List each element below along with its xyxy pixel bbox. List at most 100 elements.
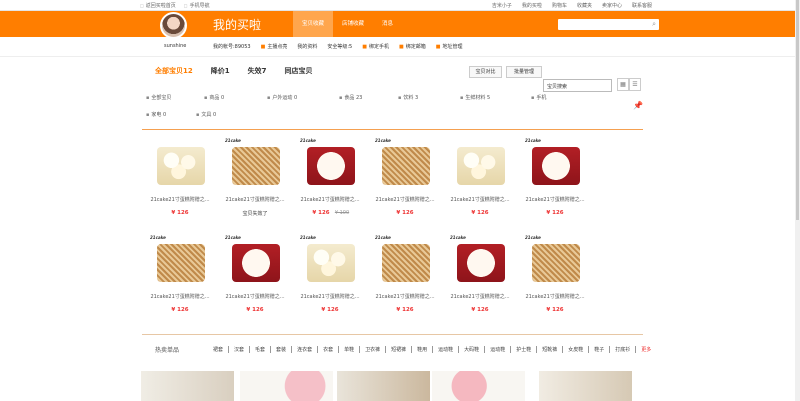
category-item[interactable]: 饮料 3: [398, 94, 418, 101]
product-name[interactable]: 21cake21寸蛋糕附赠之...: [372, 293, 438, 300]
product-image[interactable]: [150, 137, 210, 191]
avatar[interactable]: [160, 12, 187, 39]
product-image[interactable]: 21cake: [225, 137, 285, 191]
grid-view-icon[interactable]: ▦: [617, 78, 629, 91]
service-link[interactable]: 联系客服: [632, 2, 652, 9]
product-card[interactable]: 21cake 21cake21寸蛋糕附赠之... 宝贝失效了: [222, 134, 288, 222]
batch-button[interactable]: 批量管理: [506, 66, 542, 78]
mobile-link[interactable]: 手机导航: [184, 2, 210, 9]
product-name[interactable]: 21cake21寸蛋糕附赠之...: [447, 293, 513, 300]
product-name[interactable]: 21cake21寸蛋糕附赠之...: [447, 196, 513, 203]
product-card[interactable]: 21cake 21cake21寸蛋糕附赠之... ¥ 126: [297, 231, 363, 319]
hot-tag[interactable]: 毛套: [250, 346, 272, 353]
hot-tag[interactable]: 裙套: [208, 346, 230, 353]
search-icon[interactable]: ⌕: [652, 20, 656, 29]
product-image[interactable]: 21cake: [525, 234, 585, 288]
hot-tag[interactable]: 汉套: [229, 346, 251, 353]
category-item[interactable]: 家电 0: [146, 111, 166, 118]
hot-tag[interactable]: 鞋用: [412, 346, 434, 353]
compare-button[interactable]: 宝贝对比: [469, 66, 502, 78]
header-search[interactable]: ⌕: [558, 19, 659, 30]
address-link[interactable]: 地址管理: [436, 43, 462, 50]
hot-tag[interactable]: 更多: [636, 346, 656, 353]
seller-link[interactable]: 卖家中心: [602, 2, 622, 9]
product-card[interactable]: 21cake 21cake21寸蛋糕附赠之... ¥ 126: [372, 231, 438, 319]
product-card[interactable]: 21cake 21cake21寸蛋糕附赠之... ¥ 126 ¥ 100: [297, 134, 363, 222]
product-card[interactable]: 21cake 21cake21寸蛋糕附赠之... ¥ 126: [372, 134, 438, 222]
category-item[interactable]: 商品 0: [204, 94, 224, 101]
security-link[interactable]: 安全等级:5: [327, 43, 352, 50]
profile-link[interactable]: 我的资料: [297, 43, 317, 50]
cart-link[interactable]: 购物车: [552, 2, 567, 9]
hot-tag[interactable]: 护士鞋: [511, 346, 538, 353]
category-item[interactable]: 户外运动 0: [267, 94, 297, 101]
hot-tag[interactable]: 短裙裤: [386, 346, 413, 353]
hot-tag[interactable]: 鞋子: [589, 346, 611, 353]
category-item[interactable]: 食品 23: [339, 94, 362, 101]
user-link[interactable]: 吉米小子: [492, 2, 512, 9]
scrollbar[interactable]: [795, 0, 800, 401]
scrollbar-thumb[interactable]: [796, 0, 799, 220]
hot-tag[interactable]: 连衣套: [292, 346, 319, 353]
category-item[interactable]: 全部宝贝: [146, 94, 171, 101]
tab-same-shop[interactable]: 同店宝贝: [285, 66, 313, 76]
product-name[interactable]: 21cake21寸蛋糕附赠之...: [522, 196, 588, 203]
email-link[interactable]: 绑定邮箱: [399, 43, 426, 50]
product-image[interactable]: 21cake: [525, 137, 585, 191]
hot-tag[interactable]: 卫衣裤: [360, 346, 387, 353]
tab-item-favorites[interactable]: 宝贝收藏: [293, 11, 334, 37]
product-card[interactable]: 21cake 21cake21寸蛋糕附赠之... ¥ 126: [522, 134, 588, 222]
product-card[interactable]: 21cake 21cake21寸蛋糕附赠之... ¥ 126: [222, 231, 288, 319]
product-image[interactable]: 21cake: [450, 234, 510, 288]
my-link[interactable]: 我的买啦: [522, 2, 542, 9]
hot-tag[interactable]: 运动鞋: [433, 346, 460, 353]
hot-tag[interactable]: 大码鞋: [459, 346, 486, 353]
hot-tag[interactable]: 打底衫: [610, 346, 637, 353]
recommend-image[interactable]: [337, 371, 430, 401]
product-image[interactable]: 21cake: [375, 137, 435, 191]
product-name[interactable]: 21cake21寸蛋糕附赠之...: [522, 293, 588, 300]
product-image[interactable]: [450, 137, 510, 191]
tab-shop-favorites[interactable]: 店铺收藏: [333, 11, 373, 37]
tab-price-drop[interactable]: 降价1: [211, 66, 230, 76]
product-image[interactable]: 21cake: [150, 234, 210, 288]
category-item[interactable]: 手机: [531, 94, 546, 101]
hot-tag[interactable]: 衣套: [318, 346, 340, 353]
category-item[interactable]: 文具 0: [196, 111, 216, 118]
product-card[interactable]: 21cake 21cake21寸蛋糕附赠之... ¥ 126: [522, 231, 588, 319]
product-card[interactable]: 21cake 21cake21寸蛋糕附赠之... ¥ 126: [447, 231, 513, 319]
product-image[interactable]: 21cake: [375, 234, 435, 288]
product-name[interactable]: 21cake21寸蛋糕附赠之...: [222, 293, 288, 300]
phone-link[interactable]: 绑定手机: [362, 43, 389, 50]
recommend-image[interactable]: [539, 371, 632, 401]
product-name[interactable]: 21cake21寸蛋糕附赠之...: [222, 196, 288, 203]
product-image[interactable]: 21cake: [300, 137, 360, 191]
product-card[interactable]: 21cake21寸蛋糕附赠之... ¥ 126: [447, 134, 513, 222]
tab-expired[interactable]: 失效7: [248, 66, 267, 76]
hot-tag[interactable]: 套装: [271, 346, 293, 353]
product-card[interactable]: 21cake21寸蛋糕附赠之... ¥ 126: [147, 134, 213, 222]
anchor-link[interactable]: 主播点亮: [261, 43, 287, 50]
product-image[interactable]: 21cake: [225, 234, 285, 288]
recommend-image[interactable]: [240, 371, 333, 401]
hot-tag[interactable]: 单鞋: [339, 346, 361, 353]
home-link[interactable]: 返回买啦首页: [140, 2, 176, 9]
hot-tag[interactable]: 运动鞋: [485, 346, 512, 353]
hot-tag[interactable]: 女皮鞋: [563, 346, 590, 353]
product-name[interactable]: 21cake21寸蛋糕附赠之...: [147, 293, 213, 300]
list-view-icon[interactable]: ☰: [629, 78, 641, 91]
product-image[interactable]: 21cake: [300, 234, 360, 288]
tab-all[interactable]: 全部宝贝12: [155, 66, 193, 76]
product-name[interactable]: 21cake21寸蛋糕附赠之...: [297, 293, 363, 300]
favorites-search-input[interactable]: 宝贝搜索: [543, 79, 612, 92]
recommend-image[interactable]: [141, 371, 234, 401]
hot-tag[interactable]: 短靴裤: [537, 346, 564, 353]
favorites-link[interactable]: 收藏夹: [577, 2, 592, 9]
pin-icon[interactable]: 📌: [633, 101, 643, 110]
product-card[interactable]: 21cake 21cake21寸蛋糕附赠之... ¥ 126: [147, 231, 213, 319]
product-name[interactable]: 21cake21寸蛋糕附赠之...: [147, 196, 213, 203]
recommend-image[interactable]: [432, 371, 525, 401]
tab-messages[interactable]: 消息: [373, 11, 402, 37]
product-name[interactable]: 21cake21寸蛋糕附赠之...: [297, 196, 363, 203]
category-item[interactable]: 生鲜材料 5: [460, 94, 490, 101]
